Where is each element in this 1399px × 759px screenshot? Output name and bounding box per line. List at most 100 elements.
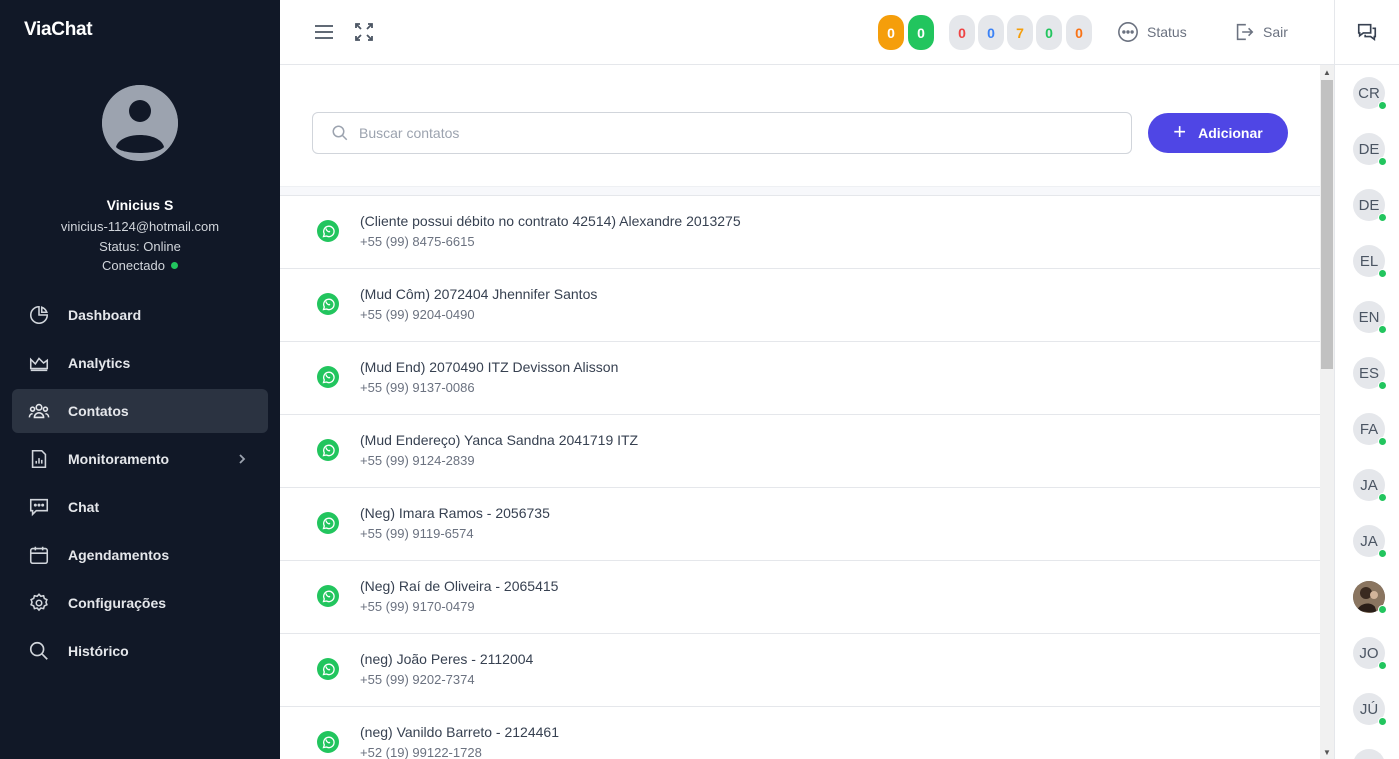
scroll-up-icon[interactable]: ▲ (1321, 65, 1333, 79)
avatar-initials: DE (1358, 196, 1380, 214)
online-user-avatar[interactable]: DE (1353, 133, 1387, 166)
online-user-avatar[interactable]: ES (1353, 357, 1387, 390)
online-dot (1378, 381, 1387, 390)
whatsapp-icon (317, 731, 339, 753)
add-contact-label: Adicionar (1198, 125, 1263, 141)
avatar-initials: ES (1358, 364, 1379, 382)
contact-phone: +55 (99) 9204-0490 (360, 307, 475, 322)
badge-status-orange[interactable]: 0 (1066, 15, 1092, 50)
contact-row[interactable]: (neg) Vanildo Barreto - 2124461 +52 (19)… (280, 707, 1320, 759)
panel-divider (1335, 64, 1399, 65)
online-user-avatar[interactable]: EN (1353, 301, 1387, 334)
online-user-avatar[interactable] (1353, 749, 1385, 759)
online-dot (1378, 101, 1387, 110)
whatsapp-icon (317, 439, 339, 461)
contact-row[interactable]: (Mud Endereço) Yanca Sandna 2041719 ITZ … (280, 415, 1320, 488)
nav-label: Analytics (68, 355, 131, 371)
online-dot (1378, 269, 1387, 278)
nav-label: Histórico (68, 643, 129, 659)
online-user-avatar[interactable]: EL (1353, 245, 1387, 278)
online-dot (1378, 437, 1387, 446)
badge-status-red[interactable]: 0 (949, 15, 975, 50)
online-users-panel: CR DE DE EL EN ES FA JA JA JO JÚ (1334, 0, 1399, 759)
contact-row[interactable]: (Mud Côm) 2072404 Jhennifer Santos +55 (… (280, 269, 1320, 342)
nav-item-chat[interactable]: Chat (12, 485, 268, 529)
avatar-initials: JA (1360, 532, 1378, 550)
search-input[interactable] (359, 125, 1059, 141)
contact-name: (Mud End) 2070490 ITZ Devisson Alisson (360, 359, 619, 375)
avatar-initials: EL (1359, 252, 1379, 270)
status-button[interactable]: Status (1117, 20, 1187, 44)
conversations-icon[interactable] (1356, 21, 1378, 48)
scroll-down-icon[interactable]: ▼ (1321, 745, 1333, 759)
contact-phone: +55 (99) 9124-2839 (360, 453, 475, 468)
nav-item-analytics[interactable]: Analytics (12, 341, 268, 385)
gear-icon (28, 592, 50, 614)
contact-name: (Cliente possui débito no contrato 42514… (360, 213, 741, 229)
contact-phone: +55 (99) 9119-6574 (360, 526, 474, 541)
badge-active[interactable]: 0 (908, 15, 934, 50)
logout-label: Sair (1263, 24, 1288, 40)
scrollbar-thumb[interactable] (1321, 80, 1333, 369)
online-user-avatar[interactable]: JA (1353, 469, 1387, 502)
contact-name: (Mud Côm) 2072404 Jhennifer Santos (360, 286, 598, 302)
top-header: 0 0 0 0 7 0 0 Status Sair (280, 0, 1334, 65)
online-user-avatar[interactable]: JO (1353, 637, 1387, 670)
logout-button[interactable]: Sair (1233, 20, 1288, 44)
online-user-avatar[interactable]: JÚ (1353, 693, 1387, 726)
nav-label: Dashboard (68, 307, 142, 323)
user-name: Vinicius S (106, 197, 174, 213)
nav-item-contatos[interactable]: Contatos (12, 389, 268, 433)
bar-report-icon (28, 448, 50, 470)
nav-item-agendamentos[interactable]: Agendamentos (12, 533, 268, 577)
whatsapp-icon (317, 512, 339, 534)
online-dot (1378, 549, 1387, 558)
app-logo[interactable]: ViaChat (24, 19, 93, 41)
contact-phone: +52 (19) 99122-1728 (360, 745, 482, 759)
chevron-right-icon (236, 452, 248, 471)
online-user-avatar[interactable]: FA (1353, 413, 1387, 446)
nav-item-monitoramento[interactable]: Monitoramento (12, 437, 268, 481)
avatar-initials: CR (1358, 84, 1380, 102)
avatar-initials: DE (1358, 140, 1380, 158)
contact-row[interactable]: (neg) João Peres - 2112004 +55 (99) 9202… (280, 634, 1320, 707)
logout-icon (1236, 23, 1254, 41)
fullscreen-icon[interactable] (354, 21, 374, 48)
area-chart-icon (28, 352, 50, 374)
online-user-photo-avatar[interactable] (1353, 581, 1387, 614)
search-box[interactable] (312, 112, 1132, 154)
badge-pending[interactable]: 0 (878, 15, 904, 50)
badge-status-yellow[interactable]: 7 (1007, 15, 1033, 50)
contact-phone: +55 (99) 9202-7374 (360, 672, 475, 687)
online-user-avatar[interactable]: DE (1353, 189, 1387, 222)
nav-item-historico[interactable]: Histórico (12, 629, 268, 673)
online-dot (1378, 325, 1387, 334)
menu-icon[interactable] (314, 21, 334, 48)
online-dot (1378, 493, 1387, 502)
calendar-icon (28, 544, 50, 566)
online-user-avatar[interactable]: JA (1353, 525, 1387, 558)
search-icon (331, 124, 349, 142)
contact-row[interactable]: (Neg) Imara Ramos - 2056735 +55 (99) 911… (280, 488, 1320, 561)
online-dot (1378, 717, 1387, 726)
avatar-initials: JA (1360, 476, 1378, 494)
more-horizontal-icon (1118, 22, 1138, 42)
badge-status-blue[interactable]: 0 (978, 15, 1004, 50)
sidebar: ViaChat Vinicius S vinicius-1124@hotmail… (0, 0, 280, 759)
online-dot (1378, 605, 1387, 614)
contact-name: (neg) Vanildo Barreto - 2124461 (360, 724, 559, 740)
contacts-page: + Adicionar (Cliente possui débito no co… (280, 65, 1320, 759)
badge-status-green[interactable]: 0 (1036, 15, 1062, 50)
plus-icon: + (1173, 119, 1187, 144)
add-contact-button[interactable]: + Adicionar (1148, 113, 1288, 153)
connection-dot (170, 262, 178, 270)
online-user-avatar[interactable]: CR (1353, 77, 1387, 110)
nav-item-dashboard[interactable]: Dashboard (12, 293, 268, 337)
contact-phone: +55 (99) 8475-6615 (360, 234, 475, 249)
nav-item-configuracoes[interactable]: Configurações (12, 581, 268, 625)
contact-name: (Neg) Imara Ramos - 2056735 (360, 505, 550, 521)
contact-row[interactable]: (Cliente possui débito no contrato 42514… (280, 196, 1320, 269)
contact-row[interactable]: (Mud End) 2070490 ITZ Devisson Alisson +… (280, 342, 1320, 415)
whatsapp-icon (317, 585, 339, 607)
contact-row[interactable]: (Neg) Raí de Oliveira - 2065415 +55 (99)… (280, 561, 1320, 634)
